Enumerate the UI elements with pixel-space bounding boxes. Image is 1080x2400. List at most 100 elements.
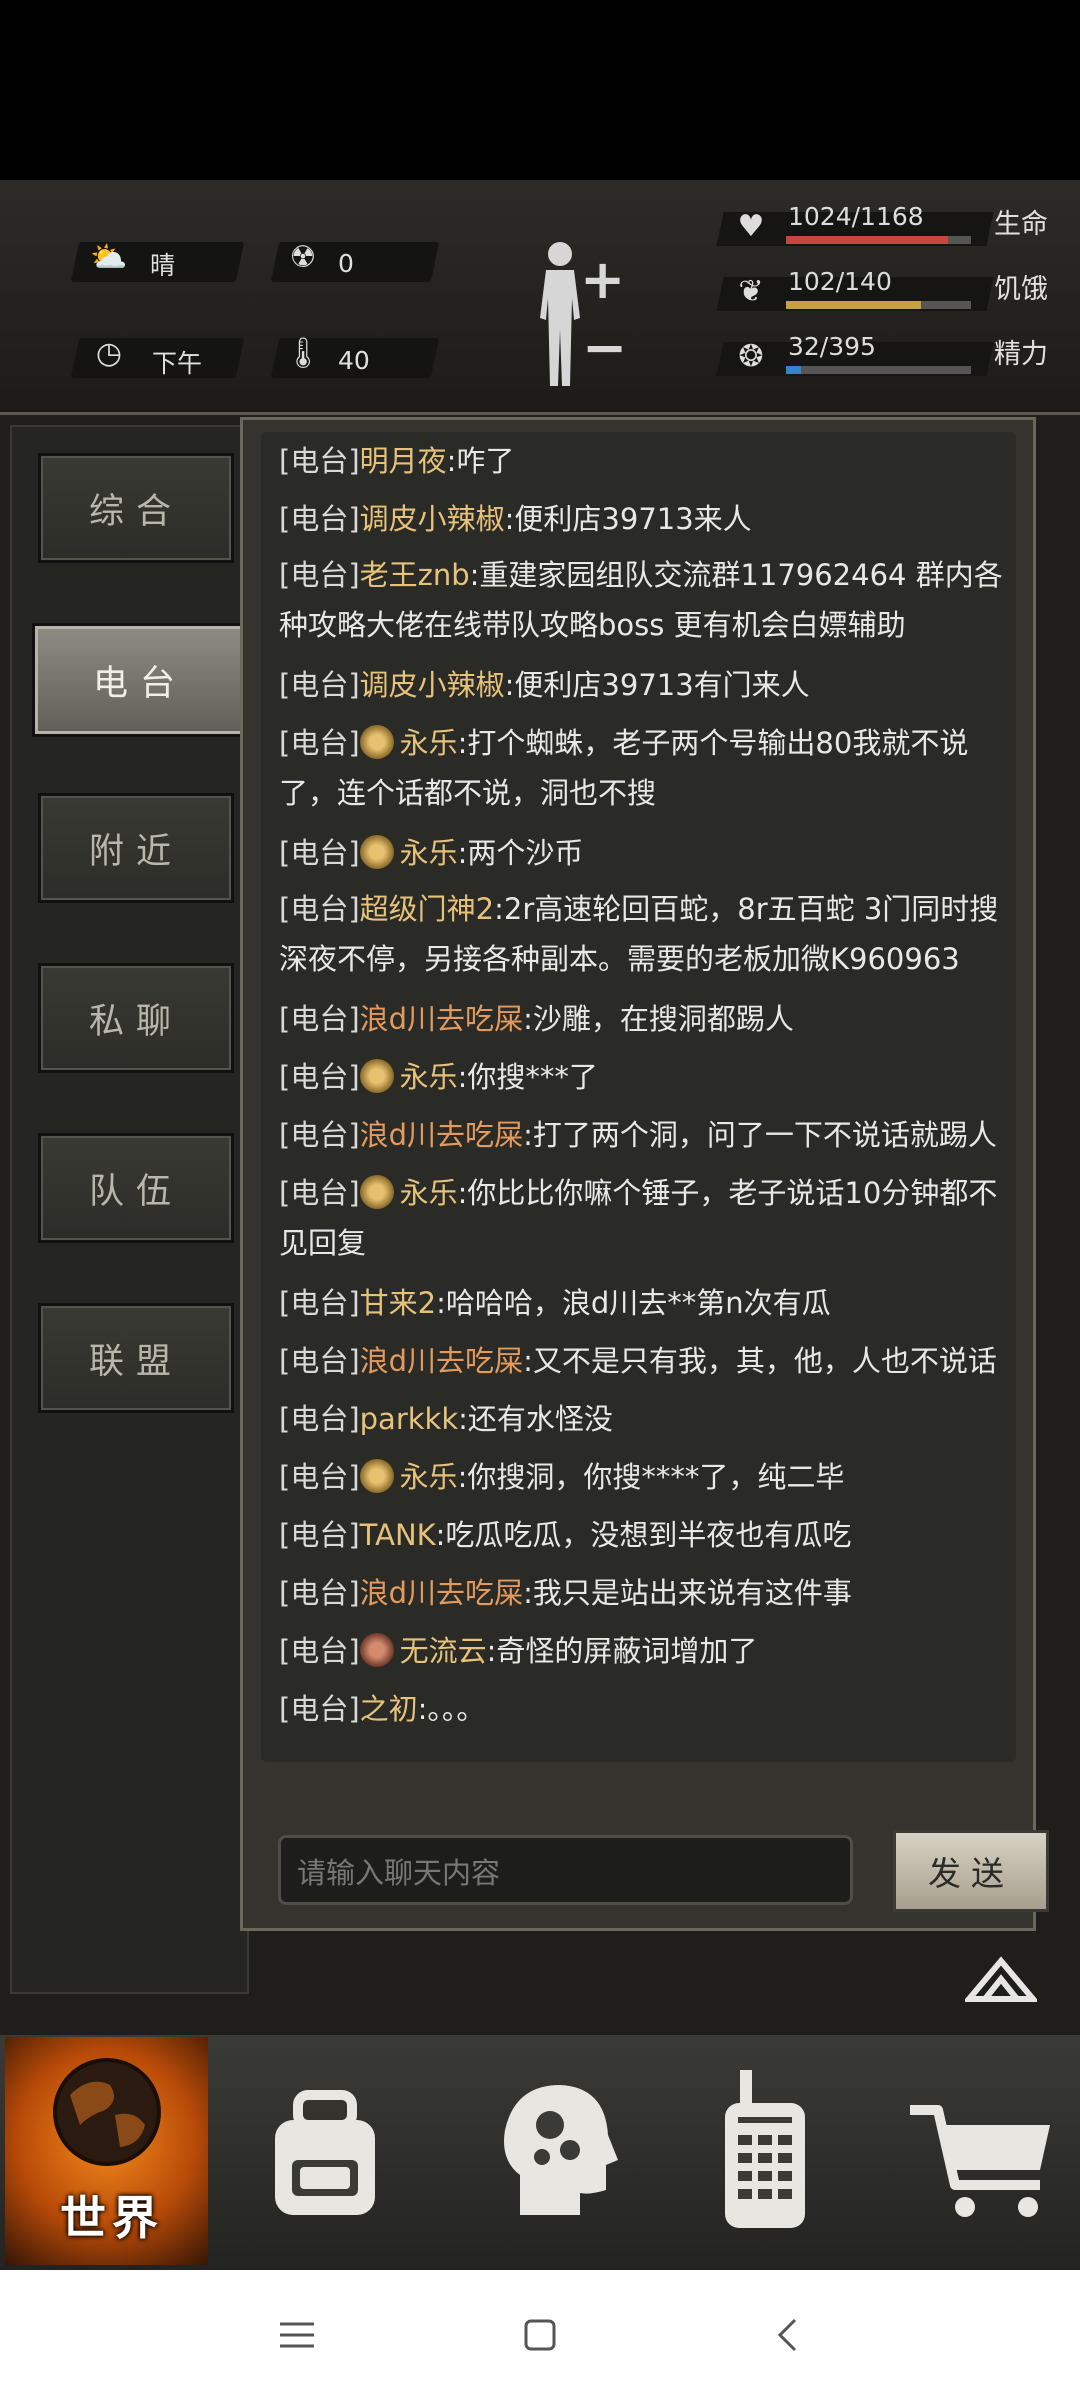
chat-message: [电台] 永乐:你比比你嘛个锤子，老子说话10分钟都不见回复	[279, 1168, 1019, 1268]
cloud-sun-icon: ⛅	[90, 240, 128, 275]
sender-name[interactable]: 浪d川去吃屎	[360, 1002, 523, 1036]
energy-stat: ❂ 32/395 精力	[716, 332, 1070, 378]
message-text: :奇怪的屏蔽词增加了	[486, 1634, 758, 1668]
vip-badge-icon	[359, 1175, 394, 1209]
sender-name[interactable]: 永乐	[400, 1176, 458, 1210]
minus-icon[interactable]: −	[582, 316, 627, 379]
channel-tag: [电台]	[279, 1286, 360, 1320]
chat-message: [电台] 永乐:打个蜘蛛，老子两个号输出80我就不说了，连个话都不说，洞也不搜	[279, 718, 1019, 818]
tab-alliance[interactable]: 联盟	[38, 1303, 234, 1413]
sender-name[interactable]: 之初	[360, 1692, 418, 1726]
sender-name[interactable]: 无流云	[400, 1634, 487, 1668]
tab-radio[interactable]: 电台	[32, 623, 248, 737]
globe-icon	[53, 2058, 161, 2166]
home-icon[interactable]	[515, 2310, 565, 2360]
send-button[interactable]: 发送	[893, 1830, 1049, 1912]
chat-message: [电台] 永乐:你搜***了	[279, 1052, 1019, 1102]
tab-team[interactable]: 队伍	[38, 1133, 234, 1243]
health-value: 1024/1168	[788, 202, 924, 231]
channel-tag: [电台]	[279, 1176, 360, 1210]
sender-name[interactable]: 永乐	[400, 836, 458, 870]
channel-tag: [电台]	[279, 502, 360, 536]
message-text: :。。。	[417, 1692, 486, 1726]
message-text: :又不是只有我，其，他，人也不说话	[523, 1344, 997, 1378]
sender-name[interactable]: 永乐	[400, 1460, 458, 1494]
plus-icon[interactable]: +	[580, 248, 625, 311]
message-text: :两个沙币	[457, 836, 584, 870]
sender-name[interactable]: TANK	[360, 1518, 436, 1552]
sender-name[interactable]: 浪d川去吃屎	[360, 1344, 523, 1378]
chat-message: [电台]明月夜:咋了	[279, 436, 1019, 486]
sender-name[interactable]: 浪d川去吃屎	[360, 1576, 523, 1610]
chat-input[interactable]: 请输入聊天内容	[278, 1835, 853, 1905]
channel-tag: [电台]	[279, 1576, 360, 1610]
energy-label: 精力	[994, 339, 1048, 370]
radiation-icon: ☢	[289, 240, 317, 275]
thermometer-icon: 🌡	[283, 336, 323, 371]
status-bar-area	[0, 0, 1080, 180]
chat-message: [电台]超级门神2:2r高速轮回百蛇，8r五百蛇 3门同时搜深夜不停，另接各种副…	[279, 884, 1019, 984]
bottom-navigation: 世界	[0, 2035, 1080, 2270]
walkie-talkie-icon[interactable]	[680, 2065, 850, 2235]
channel-tag: [电台]	[279, 1118, 360, 1152]
hunger-label: 饥饿	[994, 274, 1048, 305]
chat-message: [电台]之初:。。。	[279, 1684, 1019, 1734]
message-text: :咋了	[446, 444, 515, 478]
channel-tag: [电台]	[279, 1518, 360, 1552]
menu-icon[interactable]	[272, 2310, 322, 2360]
vip-badge-icon	[359, 1459, 394, 1493]
chat-log[interactable]: [电台]明月夜:咋了 [电台]调皮小辣椒:便利店39713来人 [电台]老王znb:…	[261, 432, 1016, 1762]
brain-head-icon[interactable]	[470, 2065, 640, 2235]
channel-tag: [电台]	[279, 1692, 360, 1726]
backpack-icon[interactable]	[240, 2065, 410, 2235]
sender-name[interactable]: 甘来2	[360, 1286, 436, 1320]
vip-badge-icon	[359, 1059, 394, 1093]
player-status-panel: ⛅ 晴 ☢ 0 ◷ 下午 🌡 40 + − ♥ 1024/1168 生命 ❦ 1…	[0, 180, 1080, 415]
tab-general[interactable]: 综合	[38, 453, 234, 563]
channel-tag: [电台]	[279, 1060, 360, 1094]
chat-message: [电台]调皮小辣椒:便利店39713来人	[279, 494, 1019, 544]
chat-message: [电台]parkkk:还有水怪没	[279, 1394, 1019, 1444]
hunger-value: 102/140	[788, 267, 892, 296]
health-stat: ♥ 1024/1168 生命	[716, 202, 1070, 248]
sender-name[interactable]: 调皮小辣椒	[360, 502, 505, 536]
channel-tag: [电台]	[279, 892, 360, 926]
sender-name[interactable]: 永乐	[400, 1060, 458, 1094]
sender-name[interactable]: 明月夜	[360, 444, 447, 478]
vip-badge-icon	[359, 725, 394, 759]
chat-message: [电台] 无流云:奇怪的屏蔽词增加了	[279, 1626, 1019, 1676]
message-text: :你搜***了	[457, 1060, 598, 1094]
chat-message: [电台] 永乐:你搜洞，你搜****了，纯二毕	[279, 1452, 1019, 1502]
tab-nearby[interactable]: 附近	[38, 793, 234, 903]
sender-name[interactable]: 调皮小辣椒	[360, 668, 505, 702]
radiation-value: 0	[338, 249, 354, 278]
energy-bar	[786, 366, 801, 374]
message-text: :你搜洞，你搜****了，纯二毕	[457, 1460, 845, 1494]
channel-tag: [电台]	[279, 1460, 360, 1494]
chat-message: [电台] 永乐:两个沙币	[279, 828, 1019, 878]
sender-name[interactable]: 浪d川去吃屎	[360, 1118, 523, 1152]
channel-tag: [电台]	[279, 836, 360, 870]
chat-message: [电台]浪d川去吃屎:沙雕，在搜洞都踢人	[279, 994, 1019, 1044]
channel-tag: [电台]	[279, 668, 360, 702]
back-icon[interactable]	[763, 2310, 813, 2360]
shopping-cart-icon[interactable]	[900, 2065, 1070, 2235]
channel-tag: [电台]	[279, 444, 360, 478]
world-nav-button[interactable]: 世界	[5, 2037, 208, 2265]
system-navigation-bar	[0, 2270, 1080, 2400]
health-label: 生命	[994, 209, 1048, 240]
sender-name[interactable]: 老王znb	[360, 558, 470, 592]
sender-name[interactable]: 超级门神2	[360, 892, 494, 926]
vip-badge-icon	[359, 1633, 394, 1667]
clock-icon: ◷	[95, 336, 123, 371]
collapse-arrow-icon[interactable]	[965, 1955, 1037, 2003]
tab-private[interactable]: 私聊	[38, 963, 234, 1073]
health-bar	[786, 236, 949, 244]
sender-name[interactable]: parkkk	[360, 1402, 458, 1436]
chat-message: [电台]TANK:吃瓜吃瓜，没想到半夜也有瓜吃	[279, 1510, 1019, 1560]
energy-value: 32/395	[788, 332, 876, 361]
channel-tag: [电台]	[279, 1634, 360, 1668]
message-text: :打了两个洞，问了一下不说话就踢人	[523, 1118, 997, 1152]
channel-tag: [电台]	[279, 726, 360, 760]
sender-name[interactable]: 永乐	[400, 726, 458, 760]
